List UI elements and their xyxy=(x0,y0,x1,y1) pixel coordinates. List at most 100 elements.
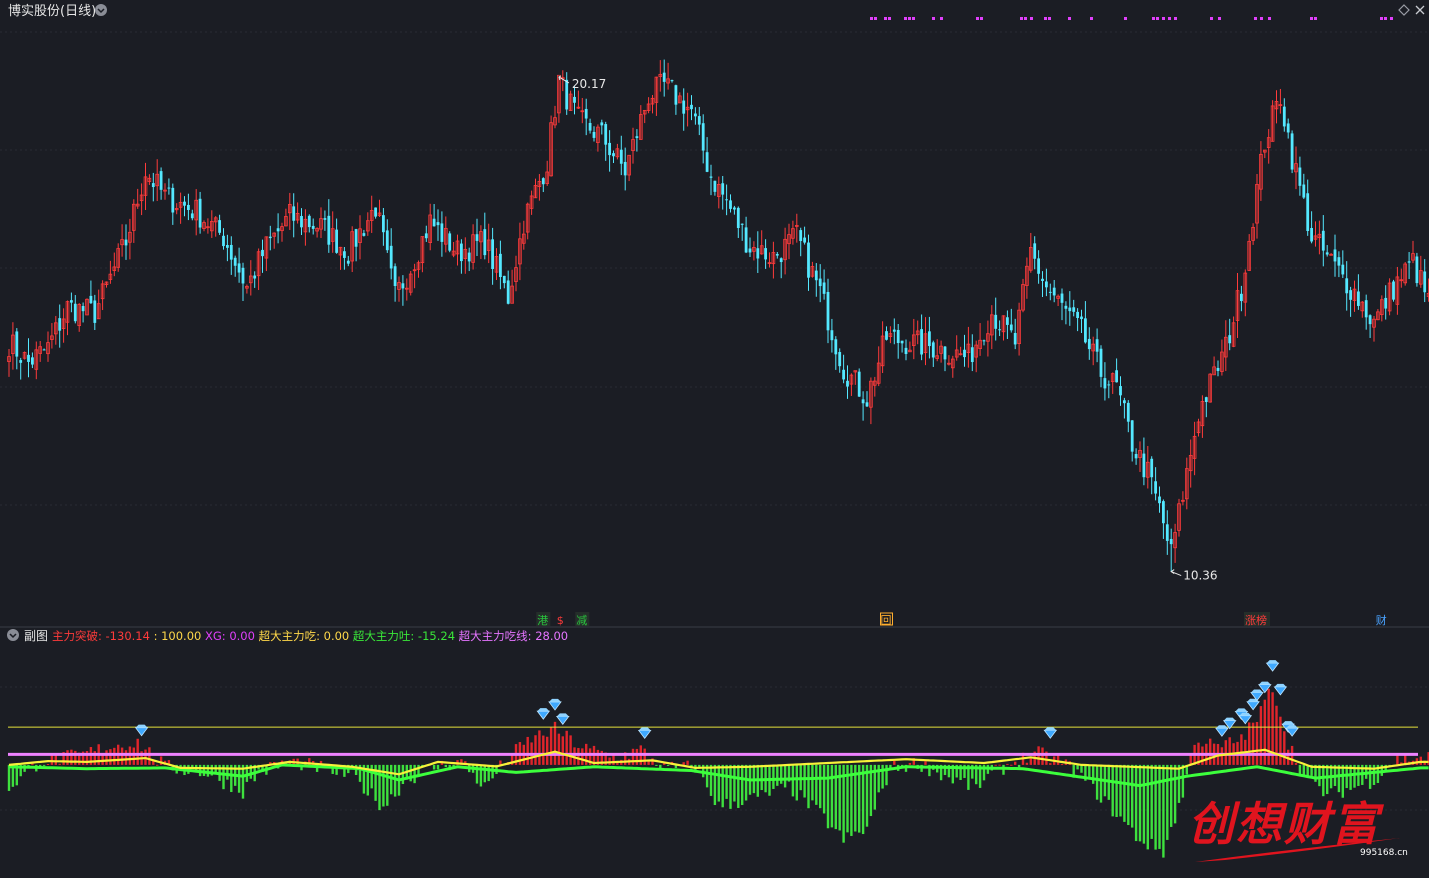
candle xyxy=(256,248,261,291)
signal-diamond-icon xyxy=(536,708,551,720)
candle xyxy=(994,297,998,341)
candle xyxy=(358,215,362,260)
candle xyxy=(112,252,117,277)
candle xyxy=(928,316,931,359)
extreme-labels: 20.17 10.36 xyxy=(558,75,1218,583)
indicator-bar xyxy=(807,764,810,809)
candle xyxy=(759,230,764,255)
candle xyxy=(276,213,280,244)
candle xyxy=(443,216,448,253)
indicator-bar xyxy=(54,755,57,765)
indicator-bar xyxy=(1255,721,1259,765)
candle xyxy=(608,130,611,172)
indicator-bar xyxy=(206,764,210,777)
candle xyxy=(1208,373,1213,403)
indicator-bar xyxy=(783,764,787,788)
indicator-legend: 主力突破: -130.14 : 100.00 XG: 0.00 超大主力吃: 0… xyxy=(52,629,568,643)
candle xyxy=(1165,510,1169,555)
candle xyxy=(885,326,888,341)
candle xyxy=(838,348,842,373)
candle xyxy=(666,62,670,90)
indicator-bar xyxy=(526,736,529,765)
indicator-bar xyxy=(1010,764,1013,766)
indicator-bar xyxy=(1209,738,1212,765)
candle xyxy=(947,355,951,366)
indicator-bar xyxy=(795,764,798,801)
candle xyxy=(248,260,253,296)
indicator-bar xyxy=(1248,722,1251,765)
indicator-legend-item: 超大主力吃线: 28.00 xyxy=(455,629,568,643)
indicator-bar xyxy=(483,764,486,783)
candle xyxy=(1298,156,1302,196)
candle xyxy=(1325,245,1329,257)
signal-diamond-icon xyxy=(1285,725,1299,737)
signal-dot xyxy=(1156,17,1159,20)
watermark: 创想财富 995168.cn xyxy=(1188,797,1408,862)
candle xyxy=(1009,308,1013,333)
high-price-label: 20.17 xyxy=(572,77,606,91)
indicator-bar xyxy=(838,764,841,831)
candle xyxy=(139,183,144,216)
candle xyxy=(213,216,218,237)
candle xyxy=(397,276,401,302)
candle xyxy=(202,220,206,232)
indicator-bar xyxy=(865,764,869,827)
candle xyxy=(7,349,11,377)
candle xyxy=(1052,280,1056,303)
candle xyxy=(912,318,916,360)
indicator-bar xyxy=(226,764,229,780)
signal-dot xyxy=(1030,17,1033,20)
candle xyxy=(1150,456,1154,495)
indicator-bar xyxy=(436,764,440,770)
indicator-bar xyxy=(46,764,50,766)
candle xyxy=(479,225,483,260)
candle xyxy=(343,247,346,270)
candle xyxy=(771,241,776,279)
candle xyxy=(471,224,475,270)
candle xyxy=(1158,486,1161,513)
candle xyxy=(580,97,585,124)
candlesticks xyxy=(7,59,1429,572)
event-marker: 减 xyxy=(575,612,590,627)
chevron-down-icon[interactable] xyxy=(95,4,107,16)
signal-diamond-icon xyxy=(637,727,652,740)
indicator-bar xyxy=(729,764,732,809)
indicator-bar xyxy=(1154,764,1157,850)
diamond-icon[interactable] xyxy=(1398,4,1410,16)
candle xyxy=(713,180,717,196)
candle xyxy=(1068,291,1072,326)
candle xyxy=(900,340,904,353)
candle xyxy=(46,331,50,362)
candle xyxy=(908,341,912,353)
signal-dot xyxy=(1068,17,1071,20)
indicator-bar xyxy=(546,736,549,765)
candle xyxy=(1220,339,1224,376)
close-icon[interactable] xyxy=(1415,5,1425,15)
event-marker-label: 财 xyxy=(1376,613,1387,627)
signal-dot xyxy=(870,17,873,20)
candle xyxy=(19,357,23,380)
candle xyxy=(159,167,163,200)
candle xyxy=(89,280,93,304)
indicator-bar xyxy=(1158,764,1161,849)
candle xyxy=(1266,129,1271,164)
candle xyxy=(292,193,296,238)
candle xyxy=(1360,301,1365,318)
candle xyxy=(1329,252,1333,256)
indicator-bar xyxy=(413,764,416,784)
sub-chart-label: 副图 xyxy=(24,629,48,643)
candle xyxy=(1162,499,1165,539)
candle xyxy=(167,178,171,195)
indicator-bar xyxy=(109,749,112,765)
candle xyxy=(187,193,190,221)
indicator-bar xyxy=(815,764,818,805)
indicator-legend-item: XG: 0.00 xyxy=(201,629,255,643)
candle xyxy=(721,175,725,210)
candle xyxy=(1013,318,1017,350)
candle xyxy=(756,231,760,273)
indicator-bar xyxy=(834,764,837,830)
indicator-bar xyxy=(1134,764,1138,842)
candle xyxy=(662,59,666,97)
sub-chevron-down-icon[interactable] xyxy=(7,629,19,641)
candle xyxy=(736,206,740,238)
